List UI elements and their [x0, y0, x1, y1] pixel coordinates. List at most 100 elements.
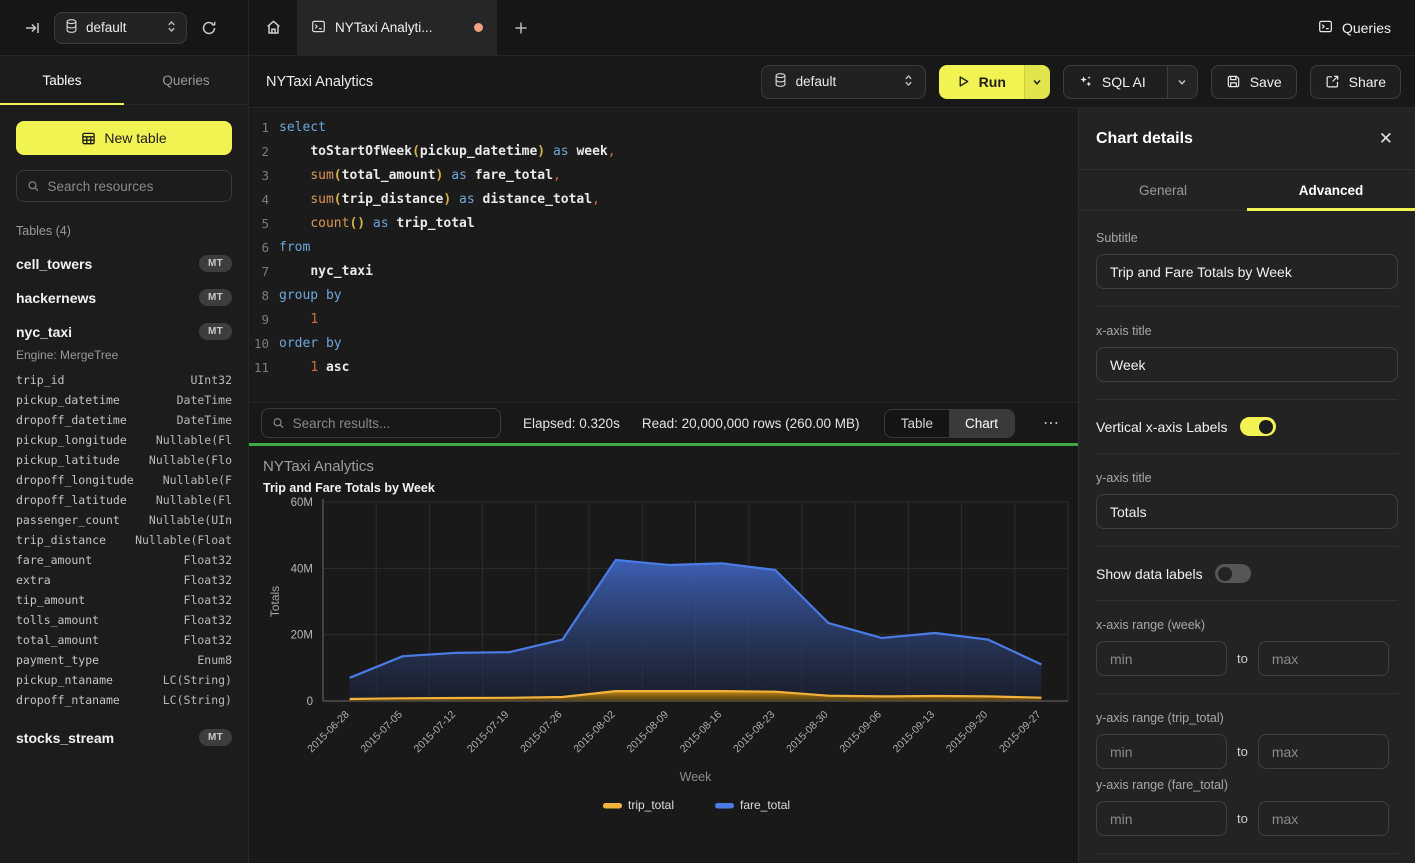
home-button[interactable]: [249, 0, 297, 55]
svg-text:2015-07-19: 2015-07-19: [465, 709, 512, 756]
x-range-inputs: to: [1096, 641, 1398, 676]
column-name: dropoff_ntaname: [16, 690, 120, 710]
toggle-knob: [1218, 567, 1232, 581]
sidebar-item-stocks-stream[interactable]: stocks_stream MT: [16, 729, 232, 746]
code-text: toStartOfWeek(pickup_datetime) as week,: [279, 140, 616, 164]
line-number: 10: [249, 332, 279, 356]
run-button[interactable]: Run: [939, 65, 1024, 99]
code-text: from: [279, 236, 310, 260]
run-options-button[interactable]: [1024, 65, 1050, 99]
column-type: Enum8: [197, 650, 232, 670]
divider: [1096, 453, 1398, 454]
view-toggle-chart[interactable]: Chart: [949, 410, 1014, 437]
sidebar-search-input[interactable]: [48, 179, 221, 194]
share-button[interactable]: Share: [1310, 65, 1401, 99]
line-number: 11: [249, 356, 279, 380]
x-axis-title-input[interactable]: [1096, 347, 1398, 382]
y-range-trip-min-input[interactable]: [1096, 734, 1227, 769]
panel-tab-advanced[interactable]: Advanced: [1247, 170, 1415, 210]
code-text: select: [279, 116, 326, 140]
column-name: tip_amount: [16, 590, 85, 610]
sidebar-item-hackernews[interactable]: hackernews MT: [16, 289, 232, 306]
svg-text:2015-09-06: 2015-09-06: [837, 709, 884, 756]
sidebar-search[interactable]: [16, 170, 232, 202]
column-row[interactable]: total_amountFloat32: [16, 630, 232, 650]
table-name: hackernews: [16, 290, 96, 306]
sidebar-item-nyc-taxi[interactable]: nyc_taxi MT: [16, 323, 232, 340]
column-row[interactable]: pickup_ntanameLC(String): [16, 670, 232, 690]
y-range-fare-label: y-axis range (fare_total): [1096, 778, 1398, 792]
line-number: 3: [249, 164, 279, 188]
column-row[interactable]: pickup_latitudeNullable(Flo: [16, 450, 232, 470]
data-labels-toggle[interactable]: [1215, 564, 1251, 583]
chart-plot[interactable]: 020M40M60M2015-06-282015-07-052015-07-12…: [263, 497, 1078, 845]
collapse-sidebar-icon[interactable]: [20, 16, 44, 40]
new-table-button[interactable]: New table: [16, 121, 232, 155]
column-row[interactable]: pickup_longitudeNullable(Fl: [16, 430, 232, 450]
column-type: Nullable(Fl: [156, 490, 232, 510]
x-range-max-input[interactable]: [1258, 641, 1389, 676]
column-row[interactable]: pickup_datetimeDateTime: [16, 390, 232, 410]
vertical-labels-toggle[interactable]: [1240, 417, 1276, 436]
column-row[interactable]: trip_distanceNullable(Float: [16, 530, 232, 550]
sidebar-tab-tables[interactable]: Tables: [0, 56, 124, 104]
results-search[interactable]: [261, 408, 501, 438]
close-icon[interactable]: ✕: [1379, 129, 1393, 149]
sidebar-tabs: Tables Queries: [0, 56, 248, 105]
column-row[interactable]: extraFloat32: [16, 570, 232, 590]
column-row[interactable]: dropoff_ntanameLC(String): [16, 690, 232, 710]
tab-nytaxi-analytics[interactable]: NYTaxi Analyti...: [297, 0, 497, 55]
sidebar: Tables Queries New table Tables (4) cell…: [0, 56, 249, 863]
column-row[interactable]: payment_type Enum8: [16, 650, 232, 670]
mergetree-badge: MT: [199, 289, 232, 306]
column-row[interactable]: dropoff_longitudeNullable(F: [16, 470, 232, 490]
column-row[interactable]: tip_amountFloat32: [16, 590, 232, 610]
y-axis-title-input[interactable]: [1096, 494, 1398, 529]
column-type: Nullable(Flo: [149, 450, 232, 470]
y-range-fare-max-input[interactable]: [1258, 801, 1389, 836]
code-line: 11 1 asc: [249, 356, 1078, 380]
svg-text:2015-08-30: 2015-08-30: [784, 709, 831, 756]
sidebar-item-cell-towers[interactable]: cell_towers MT: [16, 255, 232, 272]
view-toggle-table[interactable]: Table: [885, 410, 949, 437]
refresh-icon[interactable]: [197, 16, 221, 40]
code-text: nyc_taxi: [279, 260, 373, 284]
x-range-min-input[interactable]: [1096, 641, 1227, 676]
share-label: Share: [1349, 74, 1386, 90]
line-number: 8: [249, 284, 279, 308]
y-range-fare-min-input[interactable]: [1096, 801, 1227, 836]
engine-label: Engine: MergeTree: [16, 348, 232, 362]
new-tab-button[interactable]: [497, 0, 545, 55]
results-toolbar: Elapsed: 0.320s Read: 20,000,000 rows (2…: [249, 402, 1078, 443]
column-row[interactable]: dropoff_datetimeDateTime: [16, 410, 232, 430]
column-row[interactable]: trip_idUInt32: [16, 370, 232, 390]
query-database-selector[interactable]: default: [761, 65, 926, 99]
column-row[interactable]: passenger_countNullable(UIn: [16, 510, 232, 530]
svg-text:2015-09-13: 2015-09-13: [891, 709, 938, 756]
database-selector[interactable]: default: [54, 12, 187, 44]
column-type: Nullable(UIn: [149, 510, 232, 530]
column-name: total_amount: [16, 630, 99, 650]
column-row[interactable]: tolls_amountFloat32: [16, 610, 232, 630]
sidebar-tab-queries[interactable]: Queries: [124, 56, 248, 104]
line-number: 5: [249, 212, 279, 236]
sql-ai-options-button[interactable]: [1167, 66, 1197, 98]
sparkles-icon: [1078, 74, 1093, 89]
save-button[interactable]: Save: [1211, 65, 1297, 99]
sql-ai-button[interactable]: SQL AI: [1063, 65, 1198, 99]
y-range-trip-max-input[interactable]: [1258, 734, 1389, 769]
column-row[interactable]: dropoff_latitudeNullable(Fl: [16, 490, 232, 510]
code-line: 5 count() as trip_total: [249, 212, 1078, 236]
chart-subtitle: Trip and Fare Totals by Week: [263, 481, 1078, 495]
queries-button[interactable]: Queries: [1318, 19, 1391, 37]
column-row[interactable]: fare_amountFloat32: [16, 550, 232, 570]
data-labels-row: Show data labels: [1096, 564, 1398, 583]
more-options-icon[interactable]: ⋯: [1037, 413, 1066, 433]
column-name: payment_type: [16, 650, 99, 670]
panel-tab-general[interactable]: General: [1079, 170, 1247, 210]
sql-editor[interactable]: 1select2 toStartOfWeek(pickup_datetime) …: [249, 108, 1078, 402]
topbar-left: default: [0, 0, 249, 56]
subtitle-input[interactable]: [1096, 254, 1398, 289]
results-search-input[interactable]: [293, 416, 490, 431]
line-number: 6: [249, 236, 279, 260]
